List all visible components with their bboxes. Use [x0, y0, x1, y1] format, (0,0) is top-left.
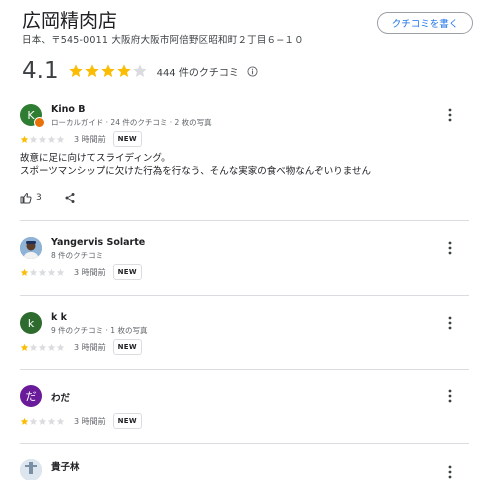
star-empty-icon — [29, 343, 38, 351]
reviewer-name[interactable]: わだ — [51, 390, 70, 404]
review-item: 貴子林 — [20, 459, 470, 480]
star-empty-icon — [56, 343, 65, 351]
star-filled-icon — [100, 64, 115, 77]
avatar-letter: だ — [25, 390, 37, 403]
star-filled-icon — [20, 343, 29, 351]
reviewer-meta: 8 件のクチコミ — [51, 251, 104, 260]
local-guide-badge-icon — [34, 117, 45, 128]
review-rating-row: 3 時間前 NEW — [20, 339, 142, 355]
review-text-line: 故意に足に向けてスライディング。 — [20, 153, 171, 164]
like-count: 3 — [36, 193, 42, 203]
star-empty-icon — [56, 417, 65, 425]
star-filled-icon — [20, 268, 29, 276]
review-stars — [20, 135, 65, 144]
review-item: K Kino B ローカルガイド · 24 件のクチコミ · 2 枚の写真 3 … — [20, 104, 470, 214]
share-icon[interactable] — [64, 192, 76, 204]
rating-summary: 4.1 444 件のクチコミ — [22, 56, 258, 86]
place-title: 広岡精肉店 — [22, 10, 118, 32]
review-rating-row: 3 時間前 NEW — [20, 264, 142, 280]
avatar[interactable] — [20, 459, 42, 480]
divider — [20, 369, 469, 370]
more-options-icon[interactable] — [448, 241, 452, 255]
more-options-icon[interactable] — [448, 465, 452, 479]
star-filled-icon — [68, 64, 83, 77]
star-empty-icon — [56, 135, 65, 143]
reviewer-name[interactable]: k k — [51, 312, 67, 323]
reviewer-name[interactable]: 貴子林 — [51, 459, 80, 473]
review-rating-row: 3 時間前 NEW — [20, 131, 142, 147]
star-empty-icon — [47, 343, 56, 351]
avatar-photo-icon — [20, 237, 42, 259]
review-text-line: スポーツマンシップに欠けた行為を行なう、そんな実家の食べ物なんぞいりません — [20, 166, 372, 177]
avatar-letter: k — [27, 316, 35, 330]
reviewer-name[interactable]: Kino B — [51, 104, 85, 115]
review-stars — [20, 417, 65, 426]
thumbs-up-icon — [20, 193, 32, 204]
more-options-icon[interactable] — [448, 108, 452, 122]
new-badge: NEW — [112, 131, 142, 147]
star-empty-icon — [47, 417, 56, 425]
star-empty-icon — [38, 417, 47, 425]
review-time: 3 時間前 — [74, 342, 106, 352]
reviewer-meta: ローカルガイド · 24 件のクチコミ · 2 枚の写真 — [51, 118, 212, 127]
reviewer-meta: 9 件のクチコミ · 1 枚の写真 — [51, 326, 148, 335]
review-rating-row: 3 時間前 NEW — [20, 413, 142, 429]
review-count: 444 件のクチコミ — [156, 67, 239, 79]
avatar[interactable]: だ — [20, 385, 42, 407]
write-review-button[interactable]: クチコミを書く — [377, 12, 473, 34]
star-empty-icon — [38, 268, 47, 276]
more-options-icon[interactable] — [448, 316, 452, 330]
review-time: 3 時間前 — [74, 267, 106, 277]
star-filled-icon — [20, 135, 29, 143]
new-badge: NEW — [112, 339, 142, 355]
avatar[interactable] — [20, 237, 42, 259]
star-filled-icon — [84, 64, 99, 77]
star-empty-icon — [38, 135, 47, 143]
reviewer-name[interactable]: Yangervis Solarte — [51, 237, 145, 248]
star-filled-icon — [20, 417, 29, 425]
review-stars — [20, 343, 65, 352]
review-item: Yangervis Solarte 8 件のクチコミ 3 時間前 NEW — [20, 237, 470, 287]
review-item: k k k 9 件のクチコミ · 1 枚の写真 3 時間前 NEW — [20, 312, 470, 362]
star-empty-icon — [47, 135, 56, 143]
avatar[interactable]: k — [20, 312, 42, 334]
star-empty-icon — [29, 417, 38, 425]
new-badge: NEW — [112, 413, 142, 429]
like-button[interactable]: 3 — [20, 192, 42, 204]
write-review-label: クチコミを書く — [391, 19, 459, 30]
review-stars — [20, 268, 65, 277]
star-empty-icon — [38, 343, 47, 351]
avatar-photo-icon — [20, 459, 42, 480]
star-filled-icon — [116, 64, 131, 77]
divider — [20, 295, 469, 296]
average-stars — [68, 63, 148, 79]
place-address: 日本、〒545-0011 大阪府大阪市阿倍野区昭和町２丁目６−１０ — [22, 35, 304, 46]
review-actions: 3 — [20, 192, 76, 204]
star-empty-icon — [132, 64, 147, 77]
star-empty-icon — [56, 268, 65, 276]
review-item: だ わだ 3 時間前 NEW — [20, 385, 470, 435]
review-time: 3 時間前 — [74, 416, 106, 426]
divider — [20, 443, 469, 444]
star-empty-icon — [47, 268, 56, 276]
divider — [20, 220, 469, 221]
review-time: 3 時間前 — [74, 134, 106, 144]
more-options-icon[interactable] — [448, 389, 452, 403]
info-icon[interactable] — [247, 65, 258, 77]
average-rating: 4.1 — [22, 58, 59, 84]
star-empty-icon — [29, 268, 38, 276]
new-badge: NEW — [112, 264, 142, 280]
star-empty-icon — [29, 135, 38, 143]
